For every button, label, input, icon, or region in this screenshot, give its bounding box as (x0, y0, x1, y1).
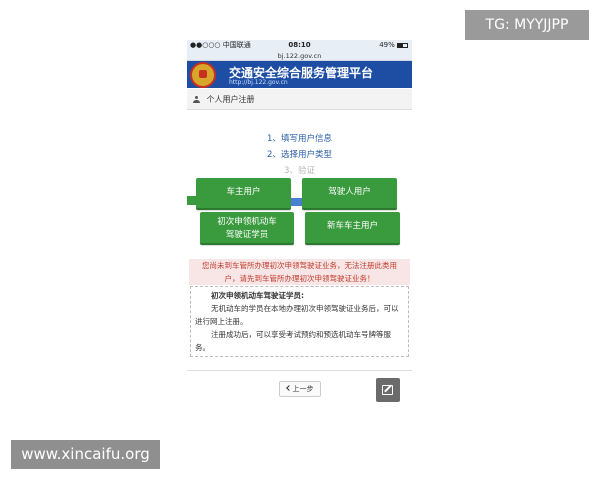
warning-line-1: 您尚未到车管所办理初次申领驾驶证业务，无法注册此类用 (189, 259, 410, 272)
section-title: 个人用户注册 (206, 95, 255, 104)
warning-line-2: 户，请先到车管所办理初次申领驾驶证业务！ (189, 272, 410, 285)
chevron-left-icon (285, 385, 292, 391)
watermark-tg: TG: MYYJJPP (465, 10, 589, 40)
phone-screen: ●●○○○ 中国联通 08:10 49% bj.122.gov.cn 交通安全综… (187, 40, 412, 415)
previous-step-button[interactable]: 上一步 (279, 381, 321, 397)
step-2: 2、选择用户类型 (267, 150, 332, 160)
warning-message: 您尚未到车管所办理初次申领驾驶证业务，无法注册此类用 户，请先到车管所办理初次申… (189, 259, 410, 285)
user-icon (193, 96, 200, 103)
police-emblem-icon (190, 62, 216, 88)
progress-strip-mid (291, 198, 302, 206)
watermark-site: www.xincaifu.org (11, 440, 160, 469)
driver-button[interactable]: 驾驶人用户 (302, 178, 397, 210)
learner-button-line2: 驾驶证学员 (225, 230, 269, 240)
battery-icon (397, 42, 408, 48)
registration-steps: 1、填写用户信息 2、选择用户类型 3、验证 (187, 131, 412, 179)
info-paragraph-2: 注册成功后，可以享受考试预约和预选机动车号牌等服务。 (195, 330, 391, 352)
site-url: http://bj.122.gov.cn (229, 79, 288, 86)
progress-strip-left (187, 196, 196, 205)
battery-indicator: 49% (379, 40, 408, 51)
car-owner-button[interactable]: 车主用户 (196, 178, 291, 210)
learner-button[interactable]: 初次申领机动车 驾驶证学员 (200, 212, 294, 245)
new-car-owner-button[interactable]: 新车车主用户 (305, 212, 400, 245)
step-3: 3、验证 (284, 166, 315, 176)
learner-button-line1: 初次申领机动车 (217, 217, 277, 227)
step-1: 1、填写用户信息 (267, 134, 332, 144)
divider (187, 370, 412, 371)
site-banner: 交通安全综合服务管理平台 http://bj.122.gov.cn (187, 61, 412, 88)
edit-button[interactable] (376, 378, 400, 402)
info-title: 初次申领机动车驾驶证学员: (211, 291, 304, 300)
page: TG: MYYJJPP ●●○○○ 中国联通 08:10 49% bj.122.… (0, 0, 600, 480)
info-paragraph-1: 无机动车的学员在本地办理初次申领驾驶证业务后，可以进行网上注册。 (195, 304, 399, 326)
section-header: 个人用户注册 (187, 89, 412, 110)
status-bar: ●●○○○ 中国联通 08:10 49% (187, 40, 412, 51)
battery-percent: 49% (379, 41, 395, 49)
address-bar[interactable]: bj.122.gov.cn (187, 51, 412, 61)
info-panel: 初次申领机动车驾驶证学员: 无机动车的学员在本地办理初次申领驾驶证业务后，可以进… (190, 286, 409, 357)
previous-step-label: 上一步 (292, 385, 314, 393)
